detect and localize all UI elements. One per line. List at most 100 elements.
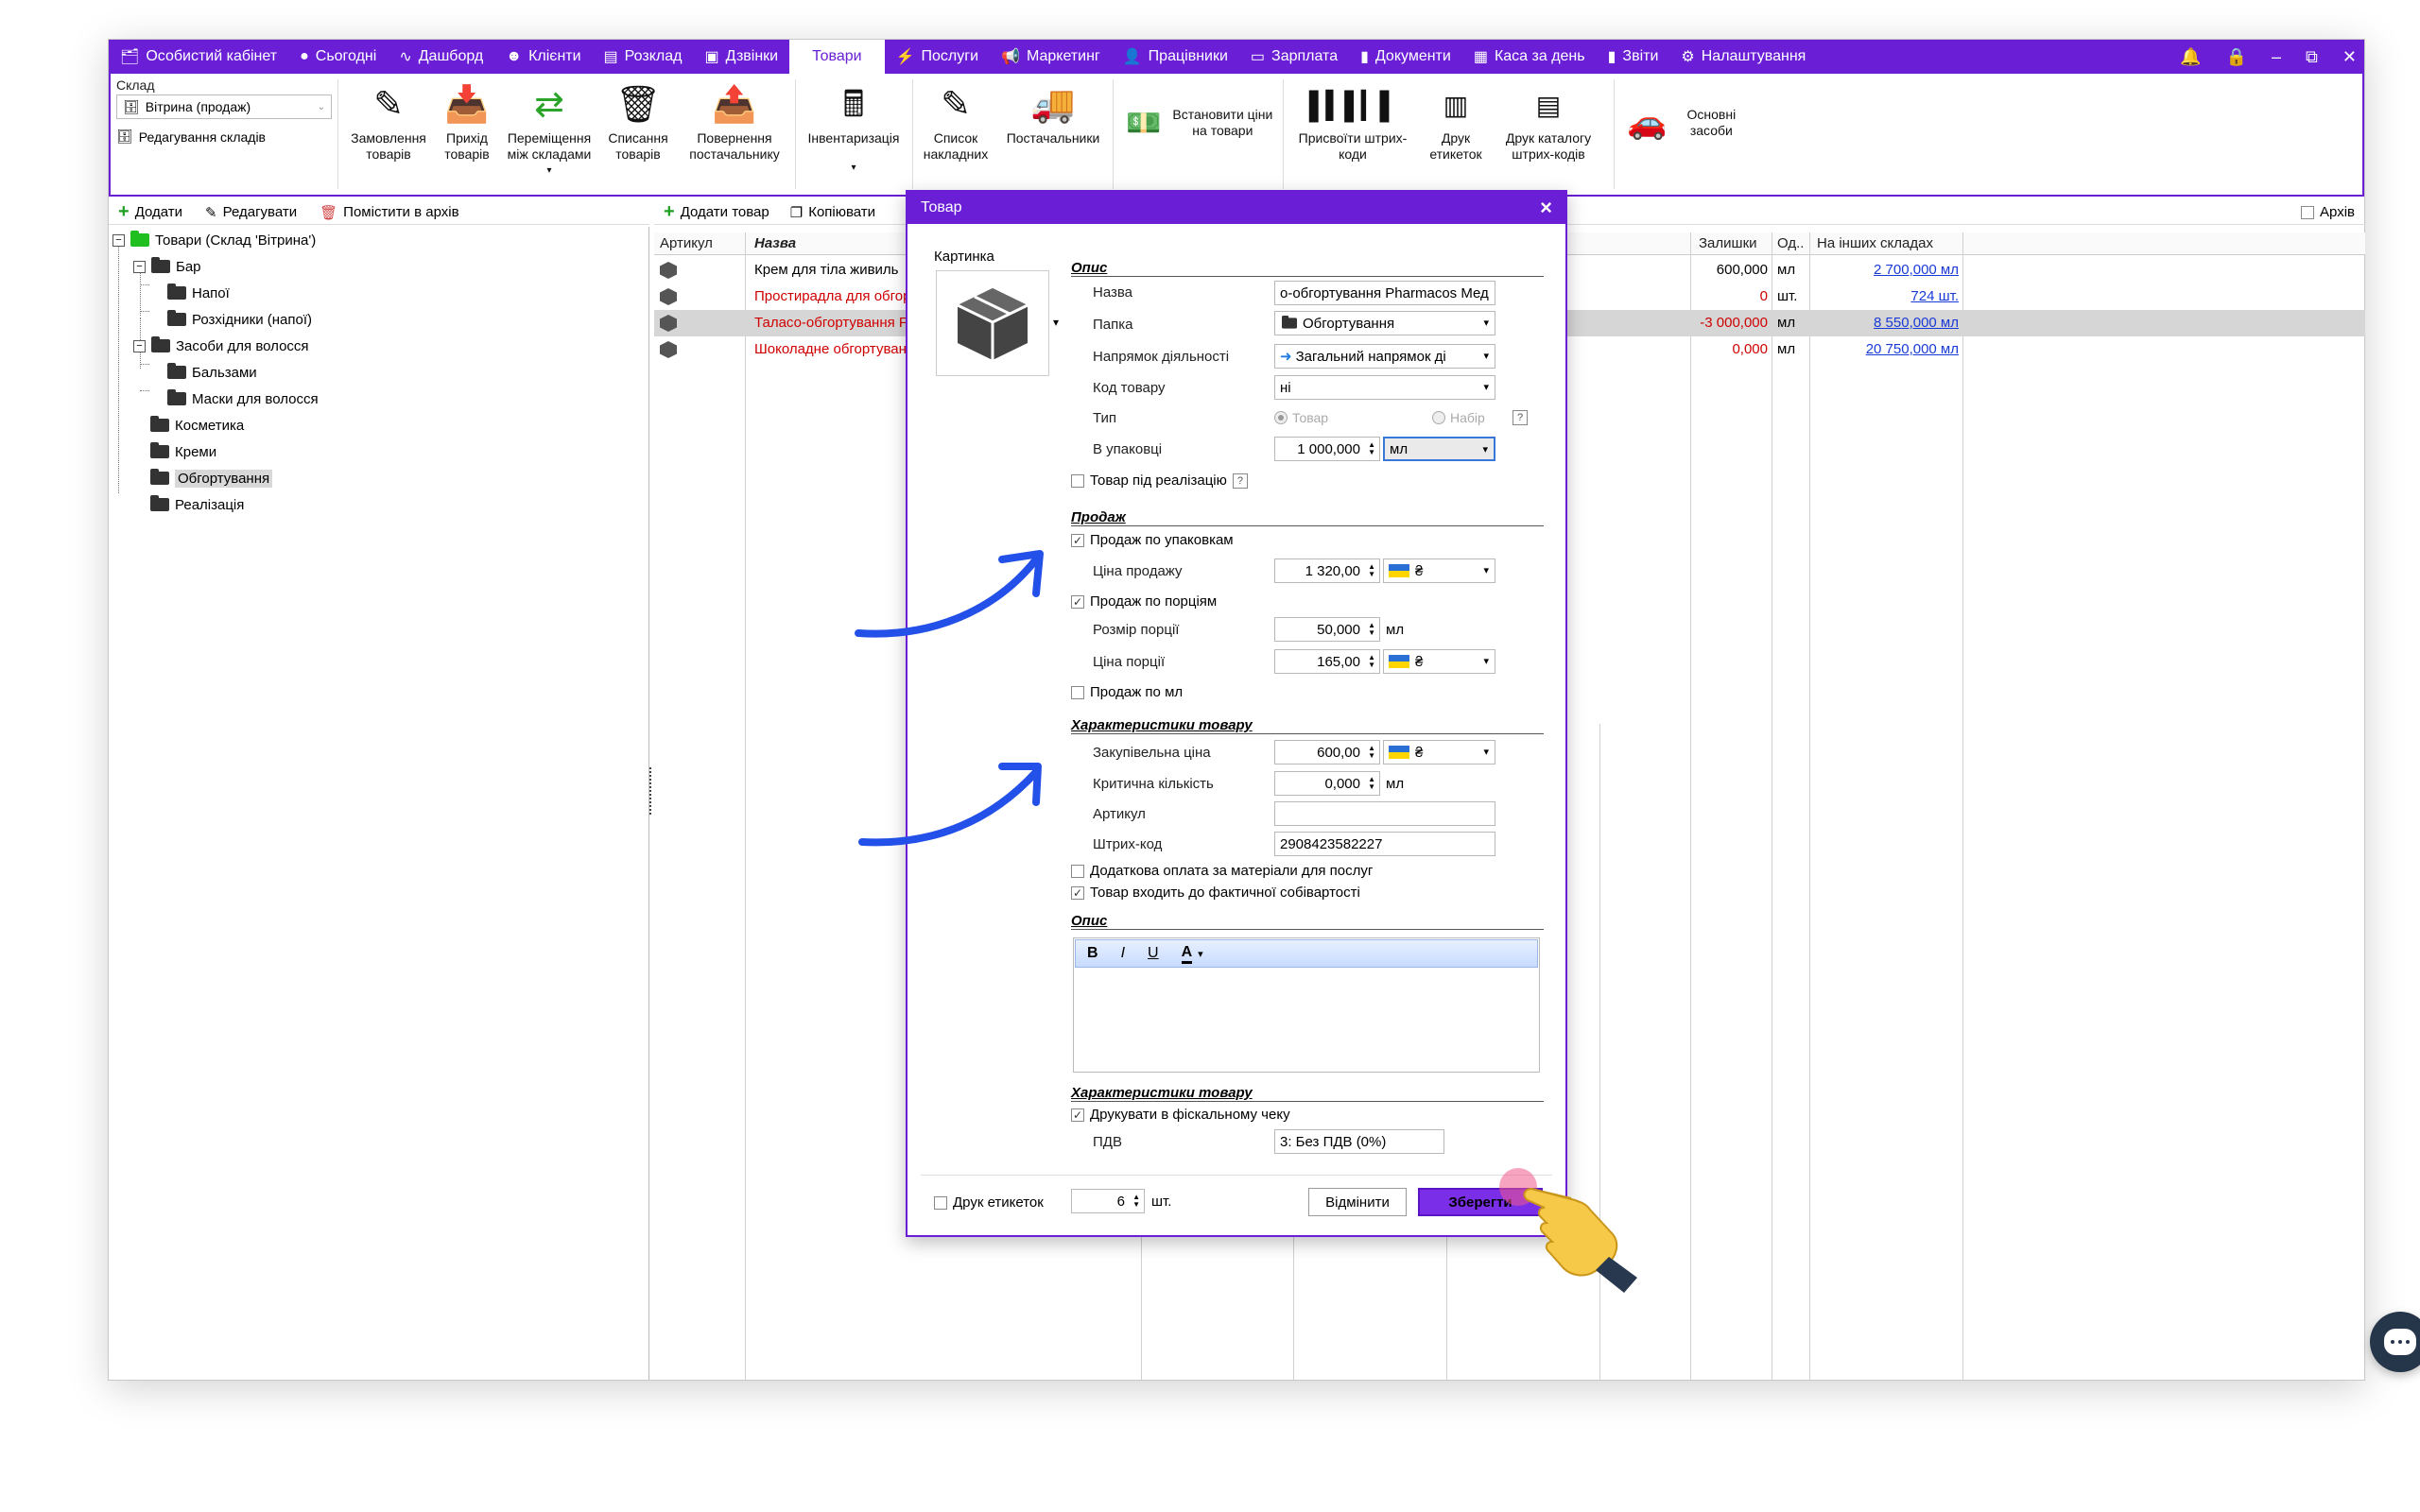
type-product-radio[interactable]: Товар xyxy=(1274,410,1328,425)
tree-item-drinks[interactable]: Напої xyxy=(167,282,230,304)
order-goods-button[interactable]: ✎ Замовлення товарів xyxy=(343,79,434,163)
nav-item-7[interactable]: ⚡ Послуги xyxy=(885,40,990,74)
picture-dropdown-icon[interactable]: ▾ xyxy=(1053,316,1059,329)
close-window-icon[interactable]: ✕ xyxy=(2342,47,2357,67)
spin-icon[interactable]: ▲ ▼ xyxy=(1368,776,1375,791)
sale-by-ml-checkbox[interactable]: Продаж по мл xyxy=(1071,684,1183,700)
nav-item-0[interactable]: 🗂 Особистий кабінет xyxy=(109,40,288,74)
add-product-button[interactable]: + Додати товар xyxy=(664,201,769,223)
lock-icon[interactable]: 🔒 xyxy=(2226,47,2247,67)
tree-item-creams[interactable]: Креми xyxy=(150,440,216,463)
minimize-icon[interactable]: – xyxy=(2272,47,2281,67)
sale-currency-select[interactable]: ₴ ▾ xyxy=(1383,558,1495,583)
col-header-article[interactable]: Артикул xyxy=(660,235,713,251)
collapse-icon[interactable]: − xyxy=(133,260,146,273)
warehouse-select[interactable]: 🗄 Вітрина (продаж) ⌄ xyxy=(116,94,332,119)
archive-checkbox[interactable] xyxy=(2301,205,2315,219)
collapse-icon[interactable]: − xyxy=(133,339,146,352)
tree-item-bar[interactable]: − Бар xyxy=(133,255,201,278)
bell-icon[interactable]: 🔔 xyxy=(2180,47,2201,67)
text-color-button[interactable]: A ▾ xyxy=(1181,944,1203,964)
portion-price-stepper[interactable]: 165,00 ▲ ▼ xyxy=(1274,649,1380,674)
archive-toggle[interactable]: Архів xyxy=(2301,204,2355,220)
col-header-stock[interactable]: Залишки xyxy=(1699,235,1757,251)
tree-root[interactable]: − Товари (Склад 'Вітрина') xyxy=(112,229,316,251)
invoices-button[interactable]: ✎ Список накладних xyxy=(916,79,995,163)
sale-by-pack-checkbox[interactable]: ✓ Продаж по упаковкам xyxy=(1071,532,1234,548)
tree-item-cosmetics[interactable]: Косметика xyxy=(150,414,244,437)
nav-item-3[interactable]: ☻ Клієнти xyxy=(494,40,592,74)
archive-button[interactable]: 🗑 Помістити в архів xyxy=(320,204,458,221)
tree-item-hair[interactable]: − Засоби для волосся xyxy=(133,335,309,357)
cell-other-warehouses[interactable]: 724 шт. xyxy=(1910,288,1959,304)
fixed-assets-button[interactable]: 🚗 Основні засоби xyxy=(1627,104,1746,142)
vat-select[interactable]: 3: Без ПДВ (0%) xyxy=(1274,1129,1444,1154)
sale-price-stepper[interactable]: 1 320,00 ▲ ▼ xyxy=(1274,558,1380,583)
portion-currency-select[interactable]: ₴ ▾ xyxy=(1383,649,1495,674)
product-picture[interactable] xyxy=(936,270,1049,376)
nav-item-12[interactable]: ▦ Каса за день xyxy=(1462,40,1597,74)
nav-item-10[interactable]: ▭ Зарплата xyxy=(1239,40,1349,74)
folder-select[interactable]: Обгортування ▾ xyxy=(1274,311,1495,335)
col-header-name[interactable]: Назва xyxy=(754,235,796,251)
spin-icon[interactable]: ▲ ▼ xyxy=(1368,622,1375,637)
restore-icon[interactable]: ⧉ xyxy=(2306,47,2318,67)
nav-item-2[interactable]: ∿ Дашборд xyxy=(388,40,494,74)
tree-item-balms[interactable]: Бальзами xyxy=(167,361,257,384)
transfer-button[interactable]: ⇄ Переміщення між складами ▾ xyxy=(500,79,598,179)
edit-button[interactable]: ✎ Редагувати xyxy=(205,204,297,221)
tree-item-sales[interactable]: Реалізація xyxy=(150,493,244,516)
type-set-radio[interactable]: Набір xyxy=(1432,410,1485,425)
tree-item-wraps[interactable]: Обгортування xyxy=(150,467,273,490)
underline-button[interactable]: U xyxy=(1148,945,1159,962)
nav-item-9[interactable]: 👤 Працівники xyxy=(1112,40,1239,74)
spin-icon[interactable]: ▲ ▼ xyxy=(1368,563,1375,578)
bold-button[interactable]: B xyxy=(1087,945,1098,962)
pack-stepper[interactable]: 1 000,000 ▲ ▼ xyxy=(1274,437,1380,461)
in-cost-checkbox[interactable]: ✓ Товар входить до фактичної собівартост… xyxy=(1071,885,1360,901)
sale-by-portion-checkbox[interactable]: ✓ Продаж по порціям xyxy=(1071,593,1217,610)
nav-item-8[interactable]: 📢 Маркетинг xyxy=(990,40,1112,74)
print-labels-checkbox[interactable]: Друк етикеток xyxy=(934,1194,1044,1211)
spin-icon[interactable]: ▲ ▼ xyxy=(1132,1194,1140,1209)
italic-button[interactable]: I xyxy=(1121,945,1125,962)
inventory-button[interactable]: 🖩 Інвентаризація ▾ xyxy=(799,79,908,176)
purchase-price-stepper[interactable]: 600,00 ▲ ▼ xyxy=(1274,740,1380,765)
col-header-other-warehouses[interactable]: На інших складах xyxy=(1817,235,1933,251)
article-field[interactable] xyxy=(1274,801,1495,826)
help-icon[interactable]: ? xyxy=(1512,410,1528,425)
close-icon[interactable]: × xyxy=(1540,196,1552,220)
receipt-goods-button[interactable]: 📥 Прихід товарів xyxy=(436,79,498,163)
print-catalog-button[interactable]: ▤ Друк каталогу штрих-кодів xyxy=(1496,79,1600,163)
nav-item-6[interactable]: Товари xyxy=(789,40,885,74)
tree-item-masks[interactable]: Маски для волосся xyxy=(167,387,319,410)
barcode-field[interactable]: 2908423582227 xyxy=(1274,832,1495,856)
nav-item-1[interactable]: ● Сьогодні xyxy=(288,40,388,74)
collapse-icon[interactable]: − xyxy=(112,233,125,247)
help-icon[interactable]: ? xyxy=(1232,472,1248,489)
critical-qty-stepper[interactable]: 0,000 ▲ ▼ xyxy=(1274,771,1380,796)
spin-icon[interactable]: ▲ ▼ xyxy=(1368,745,1375,760)
return-supplier-button[interactable]: 📤 Повернення постачальнику xyxy=(678,79,791,163)
direction-select[interactable]: ➜ Загальний напрямок ді ▾ xyxy=(1274,344,1495,369)
col-header-unit[interactable]: Од.. xyxy=(1777,235,1804,251)
fiscal-print-checkbox[interactable]: ✓ Друкувати в фіскальному чеку xyxy=(1071,1107,1290,1123)
nav-item-5[interactable]: ▣ Дзвінки xyxy=(693,40,789,74)
copy-button[interactable]: ❐ Копіювати xyxy=(790,204,875,221)
nav-item-13[interactable]: ▮ Звіти xyxy=(1597,40,1670,74)
cell-other-warehouses[interactable]: 2 700,000 мл xyxy=(1874,262,1959,278)
nav-item-4[interactable]: ▤ Розклад xyxy=(593,40,694,74)
nav-item-14[interactable]: ⚙ Налаштування xyxy=(1669,40,1817,74)
edit-warehouses-button[interactable]: 🗄 Редагування складів xyxy=(116,129,339,145)
pack-unit-select[interactable]: мл ▾ xyxy=(1383,437,1495,461)
suppliers-button[interactable]: 🚚 Постачальники xyxy=(997,79,1109,146)
assign-barcodes-button[interactable]: ▌▍▌▎▌ Присвоїти штрих-коди xyxy=(1290,79,1415,163)
writeoff-button[interactable]: 🗑 Списання товарів xyxy=(602,79,674,163)
labels-count-stepper[interactable]: 6 ▲ ▼ xyxy=(1071,1189,1145,1213)
chat-button[interactable] xyxy=(2370,1312,2420,1372)
portion-size-stepper[interactable]: 50,000 ▲ ▼ xyxy=(1274,617,1380,642)
nav-item-11[interactable]: ▮ Документи xyxy=(1349,40,1462,74)
spin-icon[interactable]: ▲ ▼ xyxy=(1368,654,1375,669)
set-prices-button[interactable]: 💵 Встановити ціни на товари xyxy=(1126,104,1274,142)
name-field[interactable]: о-обгортування Pharmacos Мед xyxy=(1274,281,1495,305)
